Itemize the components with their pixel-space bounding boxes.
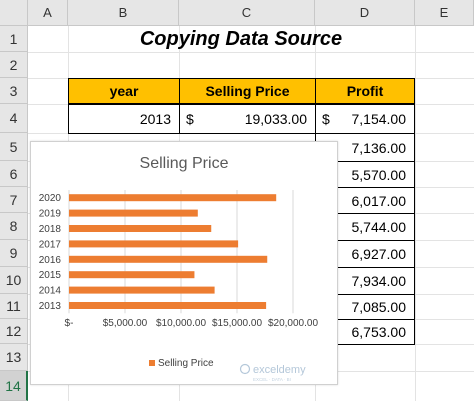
chart-category-label: 2014	[39, 286, 62, 297]
profit-value: 7,136.00	[351, 139, 407, 156]
row-header-9[interactable]: 9	[0, 240, 28, 267]
chart-tick-label: $-	[65, 318, 74, 329]
chart-bar	[69, 286, 215, 294]
chart-bar	[69, 194, 277, 202]
profit-value: 5,570.00	[351, 166, 407, 183]
profit-value: 7,085.00	[351, 299, 407, 315]
row-header-1[interactable]: 1	[0, 26, 28, 52]
header-selling-price[interactable]: Selling Price	[179, 78, 316, 104]
column-header-a[interactable]: A	[28, 0, 68, 26]
currency-symbol: $	[186, 111, 194, 127]
bar-chart[interactable]: Selling Price 2020 2019 2018 2017 2016 2015 201…	[31, 142, 337, 384]
gridline	[28, 52, 474, 53]
profit-value: 7,934.00	[351, 273, 407, 289]
select-all-corner[interactable]	[0, 0, 28, 26]
chart-category-label: 2015	[39, 270, 62, 281]
header-profit[interactable]: Profit	[315, 78, 415, 104]
chart-bar	[69, 255, 268, 263]
chart-bar	[69, 225, 212, 232]
row-header-14[interactable]: 14	[0, 371, 28, 401]
chart-category-label: 2016	[39, 255, 62, 266]
chart-tick-label: $20,000.00	[268, 318, 318, 329]
profit-value: 6,927.00	[351, 246, 407, 262]
row-header-6[interactable]: 6	[0, 161, 28, 187]
chart-title: Selling Price	[140, 155, 229, 172]
column-header-d[interactable]: D	[315, 0, 415, 26]
row-header-5[interactable]: 5	[0, 133, 28, 161]
legend-label: Selling Price	[158, 358, 214, 369]
chart-category-label: 2017	[39, 239, 62, 250]
chart-bar	[69, 209, 198, 217]
chart-bar	[69, 240, 239, 248]
profit-value: 5,744.00	[351, 219, 407, 235]
cell-selling-price[interactable]: $ 19,033.00	[179, 104, 316, 134]
profit-value: 6,753.00	[351, 324, 407, 340]
sheet-title[interactable]: Copying Data Source	[68, 26, 414, 52]
chart-category-label: 2018	[39, 224, 62, 235]
selling-price-value: 19,033.00	[244, 111, 307, 127]
chart-tick-label: $15,000.00	[212, 318, 262, 329]
cell-year[interactable]: 2013	[68, 104, 180, 134]
chart-area[interactable]: Selling Price 2020 2019 2018 2017 2016 2015 201…	[30, 141, 338, 385]
column-header-e[interactable]: E	[415, 0, 474, 26]
year-value: 2013	[139, 111, 171, 127]
chart-category-label: 2013	[39, 301, 62, 312]
chart-tick-label: $5,000.00	[103, 318, 148, 329]
row-header-12[interactable]: 12	[0, 319, 28, 344]
cell-profit[interactable]: $ 7,154.00	[315, 104, 415, 134]
row-header-4[interactable]: 4	[0, 104, 28, 133]
column-header-c[interactable]: C	[179, 0, 315, 26]
currency-symbol: $	[322, 111, 330, 127]
column-header-b[interactable]: B	[68, 0, 179, 26]
chart-category-label: 2019	[39, 209, 62, 220]
row-header-11[interactable]: 11	[0, 294, 28, 319]
legend-swatch	[149, 360, 155, 366]
row-header-8[interactable]: 8	[0, 213, 28, 240]
watermark-brand: exceldemy	[253, 364, 306, 376]
row-header-7[interactable]: 7	[0, 187, 28, 213]
row-header-10[interactable]: 10	[0, 267, 28, 294]
watermark-logo	[239, 363, 251, 375]
chart-bar	[69, 271, 195, 279]
profit-value: 7,154.00	[351, 111, 407, 127]
profit-value: 6,017.00	[351, 192, 407, 209]
chart-category-label: 2020	[39, 193, 62, 204]
header-year[interactable]: year	[68, 78, 180, 104]
watermark-tagline: EXCEL · DATA · BI	[253, 377, 291, 382]
chart-tick-label: $10,000.00	[156, 318, 206, 329]
row-header-2[interactable]: 2	[0, 52, 28, 78]
row-header-3[interactable]: 3	[0, 78, 28, 104]
row-header-13[interactable]: 13	[0, 344, 28, 371]
chart-bar	[69, 302, 267, 309]
